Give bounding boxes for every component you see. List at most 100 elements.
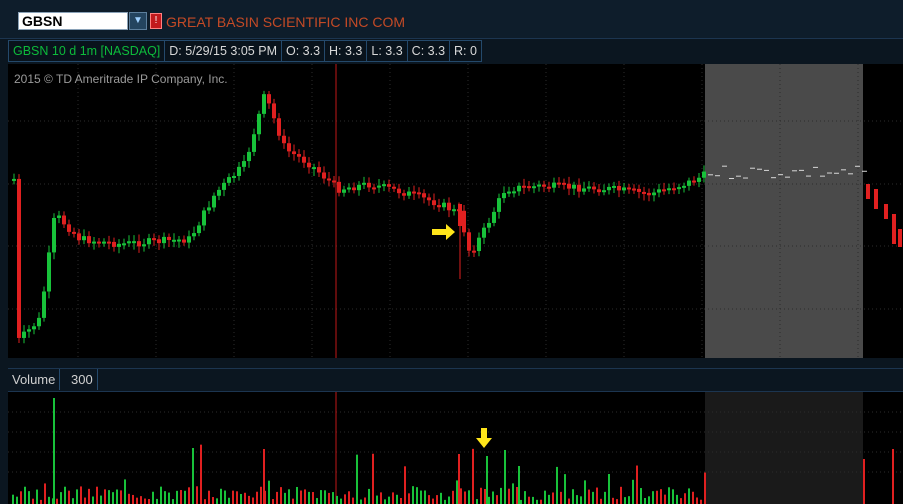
candle-body: [527, 186, 531, 189]
volume-bar: [136, 497, 138, 504]
volume-bar: [660, 489, 662, 504]
price-chart-canvas[interactable]: [8, 64, 903, 358]
candle-body: [547, 186, 551, 189]
volume-bar: [32, 498, 34, 504]
volume-bar: [348, 491, 350, 504]
volume-chart[interactable]: [8, 392, 903, 504]
range-readout: R: 0: [450, 40, 482, 62]
volume-bar: [560, 491, 562, 504]
volume-bar: [268, 480, 270, 504]
candle-body: [562, 182, 566, 185]
chart-info-bar: GBSN 10 d 1m [NASDAQ] D: 5/29/15 3:05 PM…: [8, 40, 482, 62]
volume-bar: [244, 492, 246, 504]
candle-body: [542, 184, 546, 187]
volume-bar: [164, 491, 166, 504]
volume-bar: [92, 496, 94, 504]
volume-bar: [696, 497, 698, 504]
volume-bar: [376, 495, 378, 504]
candle-body: [497, 198, 501, 212]
candle-body: [337, 181, 341, 193]
candle-body: [287, 143, 291, 152]
volume-bar: [400, 498, 402, 504]
candle-body: [307, 162, 311, 168]
volume-bar: [276, 491, 278, 504]
volume-bar: [312, 492, 314, 504]
candle-body: [502, 193, 506, 199]
volume-bar: [644, 497, 646, 504]
volume-bar: [512, 483, 514, 504]
price-chart[interactable]: 2015 © TD Ameritrade IP Company, Inc.: [8, 64, 903, 358]
volume-label[interactable]: Volume: [8, 369, 61, 390]
candle-body: [187, 236, 191, 243]
candle-body: [252, 134, 256, 152]
volume-bar: [692, 491, 694, 504]
volume-bar: [352, 497, 354, 504]
candle-body: [392, 186, 396, 189]
volume-bar: [676, 494, 678, 504]
volume-bar: [40, 499, 42, 504]
volume-bar: [112, 492, 114, 504]
volume-bar: [488, 496, 490, 504]
volume-bar: [520, 499, 522, 504]
volume-bar: [140, 496, 142, 504]
volume-bar: [440, 492, 442, 504]
candle-body: [42, 291, 46, 318]
volume-bar: [428, 495, 430, 504]
volume-bar: [200, 444, 202, 504]
candle-body: [202, 210, 206, 226]
volume-bar: [536, 499, 538, 504]
candle-body: [32, 326, 36, 330]
volume-bar: [360, 499, 362, 504]
candle-body: [697, 177, 701, 182]
candle-body: [317, 167, 321, 173]
volume-bar: [280, 487, 282, 504]
volume-bar: [96, 486, 98, 504]
study-label[interactable]: GBSN 10 d 1m [NASDAQ]: [8, 40, 166, 62]
volume-bar: [296, 486, 298, 504]
volume-bar: [368, 488, 370, 504]
candle-body: [227, 177, 231, 183]
volume-bar: [420, 490, 422, 504]
symbol-input[interactable]: GBSN: [18, 12, 128, 30]
candle-body: [627, 187, 631, 190]
candle-body: [592, 186, 596, 190]
candle-body: [107, 241, 111, 244]
volume-bar: [248, 495, 250, 504]
candle-body: [102, 241, 106, 244]
volume-bar: [436, 495, 438, 504]
volume-bar: [176, 490, 178, 504]
volume-bar: [328, 492, 330, 504]
volume-bar: [132, 494, 134, 504]
volume-bar: [480, 487, 482, 504]
volume-bar: [404, 466, 406, 504]
volume-chart-canvas[interactable]: [8, 392, 903, 504]
candle-body: [462, 210, 466, 233]
alert-flag-icon[interactable]: !: [150, 13, 162, 29]
volume-bar: [336, 495, 338, 504]
arrow-marker-icon: [432, 224, 455, 240]
volume-bar: [320, 490, 322, 504]
candle-body: [447, 202, 451, 211]
candle-body: [342, 189, 346, 193]
arrow-marker-icon: [476, 428, 492, 448]
candle-body: [17, 178, 21, 338]
chevron-down-icon[interactable]: ▼: [129, 12, 147, 30]
candle-body: [327, 178, 331, 181]
volume-bar: [612, 497, 614, 504]
volume-bar: [484, 488, 486, 504]
candle-body: [407, 191, 411, 196]
candle-body: [362, 182, 366, 185]
volume-bar: [272, 499, 274, 504]
volume-bar: [632, 479, 634, 504]
volume-bar: [184, 490, 186, 504]
volume-bar: [552, 492, 554, 504]
volume-bar: [652, 491, 654, 504]
volume-bar: [388, 496, 390, 504]
candle-body: [267, 94, 271, 104]
candle-body: [387, 184, 391, 187]
volume-bar: [356, 454, 358, 504]
volume-bar: [252, 497, 254, 504]
candle-body: [292, 151, 296, 155]
candle-body: [687, 180, 691, 186]
volume-bar: [364, 497, 366, 504]
